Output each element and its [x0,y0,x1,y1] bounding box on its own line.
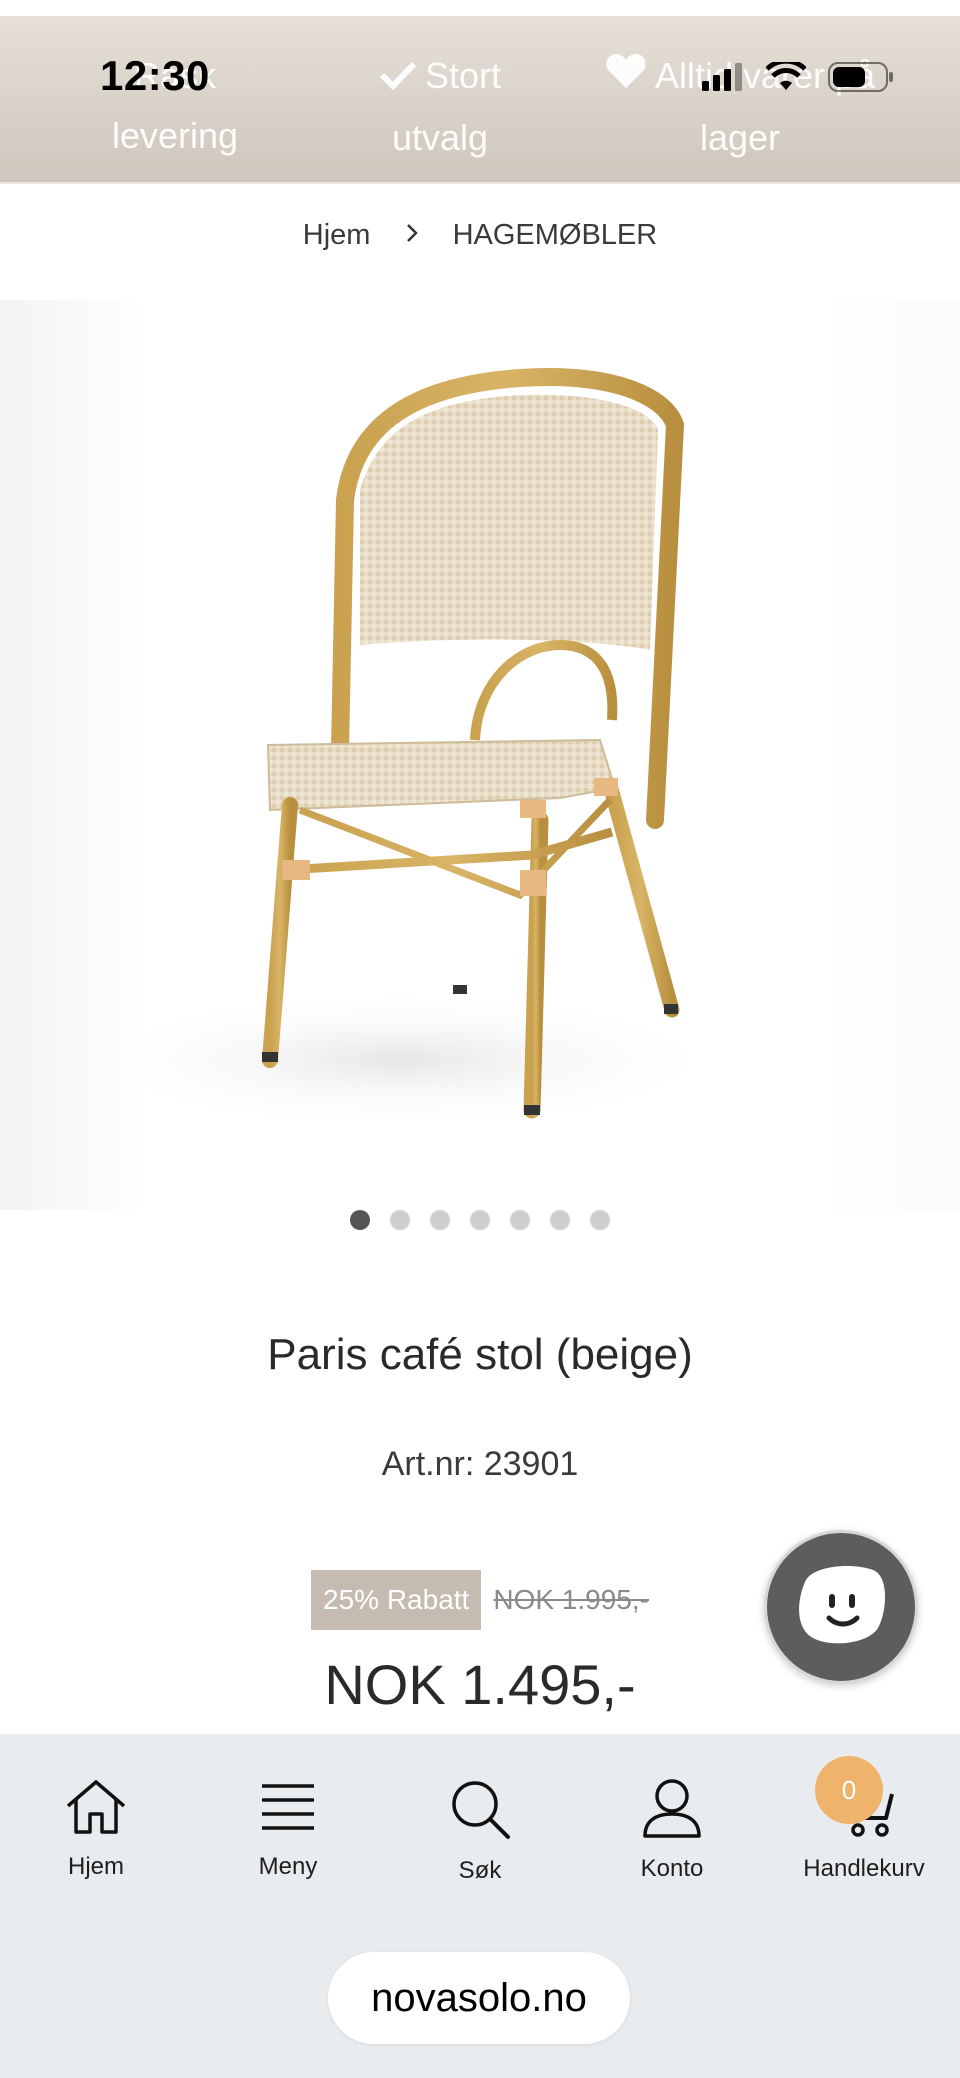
url-bar[interactable]: novasolo.no [328,1952,630,2044]
nav-account-label: Konto [640,1855,704,1882]
discount-badge: 25% Rabatt [311,1570,482,1630]
article-number: Art.nr: 23901 [381,1445,579,1483]
nav-home-label: Hjem [67,1853,124,1880]
old-price: NOK 1.995,- [493,1584,649,1615]
status-icons [702,58,894,97]
breadcrumb-category[interactable]: HAGEMØBLER [453,219,658,251]
gallery-dot[interactable] [390,1210,410,1230]
nav-home[interactable]: Hjem [0,1734,192,1894]
chevron-right-icon [405,219,419,252]
wifi-icon [765,58,807,97]
nav-search[interactable]: Søk [384,1734,576,1894]
nav-search-label: Søk [458,1857,502,1884]
breadcrumb: Hjem HAGEMØBLER [0,218,960,252]
signal-icon [702,63,744,96]
product-image[interactable] [0,300,960,1210]
gallery-dot[interactable] [590,1210,610,1230]
chat-button[interactable] [764,1530,918,1684]
cart-count-badge: 0 [815,1756,883,1824]
gallery-dot[interactable] [510,1210,530,1230]
home-icon [64,1778,128,1841]
menu-icon [259,1778,317,1841]
search-icon [449,1778,511,1845]
status-time: 12:30 [100,52,210,99]
gallery-dot[interactable] [430,1210,450,1230]
battery-icon [828,62,894,97]
nav-account[interactable]: Konto [576,1734,768,1894]
chat-smiley-icon [791,1560,891,1655]
usp-large-selection: Stort utvalg [360,46,520,168]
heart-icon [605,48,647,108]
check-icon [379,48,417,108]
gallery-dot[interactable] [350,1210,370,1230]
product-title: Paris café stol (beige) [267,1330,693,1379]
nav-cart-label: Handlekurv [803,1855,925,1882]
gallery-dot[interactable] [550,1210,570,1230]
breadcrumb-home[interactable]: Hjem [303,219,371,251]
account-icon [641,1778,703,1843]
gallery-dot[interactable] [470,1210,490,1230]
gallery-dots [0,1210,960,1230]
nav-menu-label: Meny [258,1853,318,1880]
bottom-nav: Hjem Meny Søk Konto Handlekurv [0,1734,960,1894]
nav-menu[interactable]: Meny [192,1734,384,1894]
usp-banner: Rask levering Stort utvalg Alltid varer … [0,16,960,184]
